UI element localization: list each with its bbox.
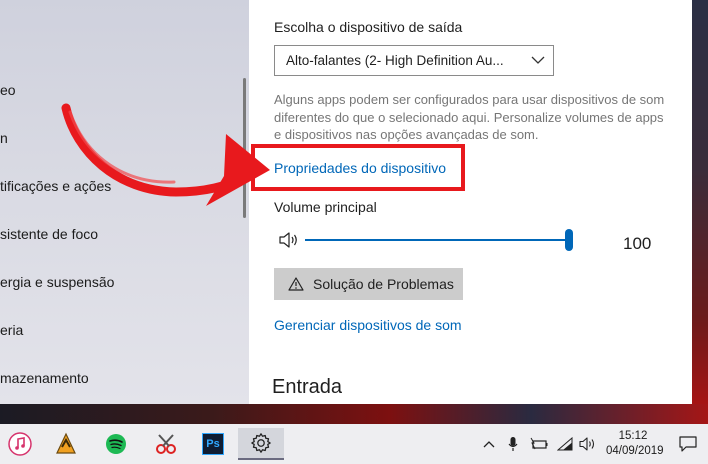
photoshop-icon: Ps xyxy=(202,433,224,455)
desktop-wallpaper-strip xyxy=(0,404,708,424)
troubleshoot-label: Solução de Problemas xyxy=(313,276,454,292)
nav-item-notifications[interactable]: tificações e ações xyxy=(0,174,111,198)
taskbar-snipping-tool[interactable] xyxy=(148,428,184,460)
chevron-down-icon xyxy=(531,56,545,64)
volume-value: 100 xyxy=(623,234,652,253)
tray-network[interactable] xyxy=(554,424,576,464)
tray-microphone[interactable] xyxy=(503,424,523,464)
notification-icon xyxy=(679,436,697,452)
winamp-icon xyxy=(56,432,76,454)
output-device-heading: Escolha o dispositivo de saída xyxy=(274,19,463,35)
taskbar-clock[interactable]: 15:12 04/09/2019 xyxy=(606,429,664,459)
chevron-up-icon xyxy=(483,441,495,448)
warning-icon xyxy=(288,277,304,291)
speaker-icon[interactable] xyxy=(279,232,299,248)
manage-sound-devices-link[interactable]: Gerenciar dispositivos de som xyxy=(274,317,462,333)
taskbar: Ps 15:12 04/09/2019 xyxy=(0,424,708,464)
clock-time: 15:12 xyxy=(618,430,648,442)
tray-battery-power[interactable] xyxy=(527,424,551,464)
taskbar-winamp[interactable] xyxy=(48,428,84,460)
battery-charging-icon xyxy=(530,437,548,450)
troubleshoot-button[interactable]: Solução de Problemas xyxy=(274,268,463,300)
nav-item-storage[interactable]: mazenamento xyxy=(0,366,89,390)
desktop-wallpaper xyxy=(692,0,708,424)
volume-slider-track[interactable] xyxy=(305,239,570,241)
microphone-icon xyxy=(508,437,518,451)
taskbar-photoshop[interactable]: Ps xyxy=(195,428,231,460)
nav-item-power-sleep[interactable]: ergia e suspensão xyxy=(0,270,114,294)
spotify-icon xyxy=(106,434,126,454)
photoshop-icon-text: Ps xyxy=(206,438,220,450)
input-section-heading: Entrada xyxy=(272,376,343,398)
snipping-tool-icon xyxy=(156,434,176,454)
device-properties-link[interactable]: Propriedades do dispositivo xyxy=(274,160,446,176)
action-center-button[interactable] xyxy=(676,424,700,464)
master-volume-label: Volume principal xyxy=(274,199,377,215)
nav-item-sound[interactable]: n xyxy=(0,126,8,150)
nav-scrollbar[interactable] xyxy=(243,78,246,218)
nav-item-focus-assist[interactable]: sistente de foco xyxy=(0,222,98,246)
show-hidden-icons-button[interactable] xyxy=(479,424,499,464)
clock-date: 04/09/2019 xyxy=(606,445,664,457)
sound-settings-panel: Escolha o dispositivo de saída Alto-fala… xyxy=(249,0,692,404)
wifi-icon xyxy=(557,437,573,451)
nav-item-video[interactable]: eo xyxy=(0,78,16,102)
tray-volume[interactable] xyxy=(577,424,599,464)
itunes-icon xyxy=(8,432,32,456)
output-device-dropdown[interactable]: Alto-falantes (2- High Definition Au... xyxy=(274,45,554,76)
taskbar-spotify[interactable] xyxy=(98,428,134,460)
output-device-value: Alto-falantes (2- High Definition Au... xyxy=(286,53,504,68)
output-help-text: Alguns apps podem ser configurados para … xyxy=(274,92,665,142)
taskbar-itunes[interactable] xyxy=(2,428,38,460)
settings-gear-icon xyxy=(251,433,271,453)
nav-item-battery[interactable]: eria xyxy=(0,318,23,342)
taskbar-settings[interactable] xyxy=(238,428,284,460)
speaker-icon xyxy=(579,437,595,451)
settings-nav-pane: eo n tificações e ações sistente de foco… xyxy=(0,0,249,404)
volume-slider-thumb[interactable] xyxy=(565,229,573,251)
